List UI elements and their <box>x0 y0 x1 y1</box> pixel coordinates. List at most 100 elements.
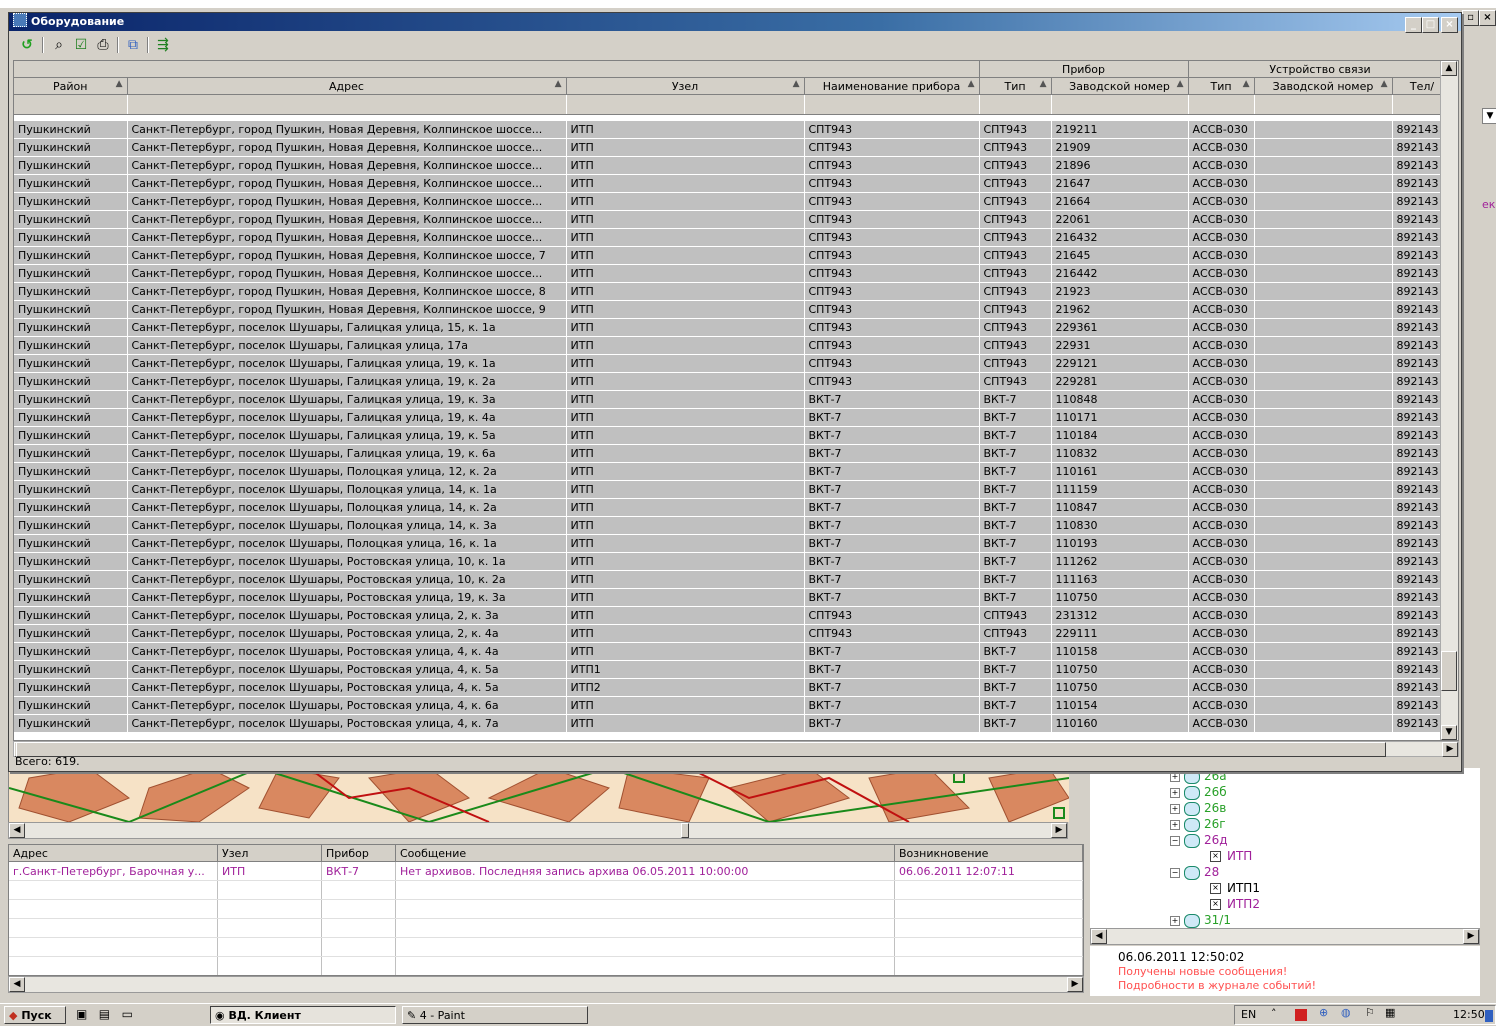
flag-icon[interactable]: ⚐ <box>1365 1006 1375 1019</box>
table-row[interactable]: Пушкинский Санкт-Петербург, поселок Шушар… <box>14 678 1453 697</box>
scroll-up-icon[interactable]: ▲ <box>1441 61 1457 76</box>
table-row[interactable]: Пушкинский Санкт-Петербург, поселок Шушар… <box>14 318 1453 337</box>
table-row[interactable]: Пушкинский Санкт-Петербург, город Пушкин,… <box>14 192 1453 211</box>
events-col-time[interactable]: Возникновение <box>894 845 1083 862</box>
events-col-node[interactable]: Узел <box>217 845 322 862</box>
collapse-icon[interactable]: − <box>1170 835 1180 846</box>
expand-icon[interactable]: + <box>1170 787 1180 798</box>
table-row[interactable]: Пушкинский Санкт-Петербург, город Пушкин,… <box>14 121 1453 139</box>
col-device-type[interactable]: Тип ▲ <box>979 77 1052 95</box>
table-row[interactable]: Пушкинский Санкт-Петербург, город Пушкин,… <box>14 138 1453 157</box>
clock[interactable]: 12:50 <box>1453 1008 1485 1021</box>
table-row[interactable]: Пушкинский Санкт-Петербург, поселок Шушар… <box>14 588 1453 607</box>
folder-icon[interactable]: ▭ <box>122 1007 133 1021</box>
col-device-serial[interactable]: Заводской номер ▲ <box>1051 77 1189 95</box>
col-node[interactable]: Узел ▲ <box>566 77 805 95</box>
tree-node[interactable]: −26д <box>1170 832 1228 848</box>
events-col-device[interactable]: Прибор <box>321 845 396 862</box>
filter-row[interactable] <box>14 94 1453 115</box>
expand-icon[interactable]: + <box>1170 819 1180 830</box>
antivirus-icon[interactable] <box>1295 1009 1307 1021</box>
copy-icon[interactable]: ⧉ <box>123 36 143 54</box>
events-horizontal-scrollbar[interactable]: ◀ ▶ <box>8 976 1084 993</box>
scroll-thumb[interactable] <box>681 823 689 838</box>
scroll-thumb[interactable] <box>1441 651 1457 691</box>
close-button-bg[interactable]: × <box>1479 10 1496 26</box>
show-desktop-icon[interactable] <box>1485 1010 1493 1022</box>
table-row[interactable]: Пушкинский Санкт-Петербург, поселок Шушар… <box>14 714 1453 733</box>
restore-button[interactable]: ▫ <box>1462 10 1479 26</box>
events-col-message[interactable]: Сообщение <box>395 845 895 862</box>
notice-line2[interactable]: Подробности в журнале событий! <box>1118 979 1316 992</box>
task-paint[interactable]: ✎ 4 - Paint <box>402 1006 588 1024</box>
tree-leaf[interactable]: × ИТП <box>1210 848 1252 864</box>
update-icon[interactable]: ◍ <box>1341 1006 1351 1019</box>
dropdown-arrow-icon[interactable]: ▼ <box>1482 108 1496 124</box>
col-device-name[interactable]: Наименование прибора ▲ <box>804 77 980 95</box>
table-row[interactable]: Пушкинский Санкт-Петербург, город Пушкин,… <box>14 210 1453 229</box>
refresh-icon[interactable]: ↺ <box>17 36 37 54</box>
table-row[interactable]: Пушкинский Санкт-Петербург, поселок Шушар… <box>14 390 1453 409</box>
table-row[interactable]: Пушкинский Санкт-Петербург, город Пушкин,… <box>14 228 1453 247</box>
table-row[interactable]: Пушкинский Санкт-Петербург, город Пушкин,… <box>14 282 1453 301</box>
language-indicator[interactable]: EN <box>1241 1008 1256 1021</box>
table-row[interactable]: Пушкинский Санкт-Петербург, поселок Шушар… <box>14 498 1453 517</box>
table-row[interactable]: Пушкинский Санкт-Петербург, поселок Шушар… <box>14 354 1453 373</box>
start-button[interactable]: ◆ Пуск <box>4 1006 66 1024</box>
scroll-right-icon[interactable]: ▶ <box>1051 823 1067 838</box>
expand-icon[interactable]: + <box>1170 915 1180 926</box>
map-horizontal-scrollbar[interactable]: ◀ ▶ <box>8 822 1068 839</box>
table-row[interactable]: Пушкинский Санкт-Петербург, поселок Шушар… <box>14 570 1453 589</box>
table-row[interactable]: Пушкинский Санкт-Петербург, город Пушкин,… <box>14 300 1453 319</box>
table-row[interactable]: Пушкинский Санкт-Петербург, поселок Шушар… <box>14 606 1453 625</box>
tray-arrow-icon[interactable]: ˄ <box>1271 1007 1277 1020</box>
grid-vertical-scrollbar[interactable]: ▲ ▼ <box>1440 61 1458 740</box>
collapse-icon[interactable]: − <box>1170 867 1180 878</box>
table-row[interactable]: Пушкинский Санкт-Петербург, поселок Шушар… <box>14 480 1453 499</box>
map-view[interactable] <box>8 768 1069 822</box>
print-icon[interactable]: ⎙ <box>93 36 113 54</box>
table-row[interactable]: Пушкинский Санкт-Петербург, поселок Шушар… <box>14 426 1453 445</box>
tree-leaf[interactable]: × ИТП1 <box>1210 880 1260 896</box>
table-row[interactable]: Пушкинский Санкт-Петербург, поселок Шушар… <box>14 444 1453 463</box>
scroll-right-icon[interactable]: ▶ <box>1067 977 1083 992</box>
tree-node[interactable]: +31/1 <box>1170 912 1231 928</box>
table-row[interactable]: Пушкинский Санкт-Петербург, поселок Шушар… <box>14 372 1453 391</box>
table-row[interactable]: Пушкинский Санкт-Петербург, поселок Шушар… <box>14 552 1453 571</box>
scroll-down-icon[interactable]: ▼ <box>1441 725 1457 740</box>
col-comm-type[interactable]: Тип ▲ <box>1188 77 1255 95</box>
table-row[interactable]: Пушкинский Санкт-Петербург, поселок Шушар… <box>14 642 1453 661</box>
table-row[interactable]: Пушкинский Санкт-Петербург, поселок Шушар… <box>14 696 1453 715</box>
expand-icon[interactable]: + <box>1170 803 1180 814</box>
table-row[interactable]: Пушкинский Санкт-Петербург, поселок Шушар… <box>14 336 1453 355</box>
table-row[interactable]: Пушкинский Санкт-Петербург, город Пушкин,… <box>14 246 1453 265</box>
col-district[interactable]: Район ▲ <box>14 77 128 95</box>
scroll-left-icon[interactable]: ◀ <box>9 977 25 992</box>
events-col-address[interactable]: Адрес <box>9 845 218 862</box>
expand-icon[interactable]: + <box>1170 771 1180 782</box>
network-icon[interactable]: ⊕ <box>1319 1006 1328 1019</box>
keyboard-icon[interactable]: ▦ <box>1385 1006 1395 1019</box>
table-row[interactable]: Пушкинский Санкт-Петербург, поселок Шушар… <box>14 624 1453 643</box>
window-title-bar[interactable]: Оборудование _ □ × <box>9 13 1461 33</box>
table-row[interactable]: Пушкинский Санкт-Петербург, поселок Шушар… <box>14 516 1453 535</box>
task-vd-client[interactable]: ◉ ВД. Клиент <box>210 1006 396 1024</box>
table-row[interactable]: Пушкинский Санкт-Петербург, поселок Шушар… <box>14 660 1453 679</box>
console-icon[interactable]: ▤ <box>99 1007 110 1021</box>
tree-node[interactable]: −28 <box>1170 864 1219 880</box>
table-row[interactable]: Пушкинский Санкт-Петербург, город Пушкин,… <box>14 264 1453 283</box>
table-row[interactable]: Пушкинский Санкт-Петербург, город Пушкин,… <box>14 174 1453 193</box>
table-row[interactable]: Пушкинский Санкт-Петербург, поселок Шушар… <box>14 534 1453 553</box>
table-row[interactable]: Пушкинский Санкт-Петербург, поселок Шушар… <box>14 408 1453 427</box>
scroll-left-icon[interactable]: ◀ <box>1091 929 1107 944</box>
check-list-icon[interactable]: ☑ <box>71 36 91 54</box>
tree-node[interactable]: +26б <box>1170 784 1227 800</box>
desktop-icon[interactable]: ▣ <box>76 1007 87 1021</box>
table-row[interactable]: Пушкинский Санкт-Петербург, город Пушкин,… <box>14 156 1453 175</box>
table-row[interactable]: Пушкинский Санкт-Петербург, поселок Шушар… <box>14 462 1453 481</box>
tree-leaf[interactable]: × ИТП2 <box>1210 896 1260 912</box>
search-icon[interactable]: ⌕ <box>49 36 69 54</box>
event-row[interactable]: г.Санкт-Петербург, Барочная у... ИТП ВКТ… <box>9 861 1083 881</box>
tree-horizontal-scrollbar[interactable]: ◀ ▶ <box>1090 928 1480 945</box>
export-icon[interactable]: ⇶ <box>153 36 173 54</box>
